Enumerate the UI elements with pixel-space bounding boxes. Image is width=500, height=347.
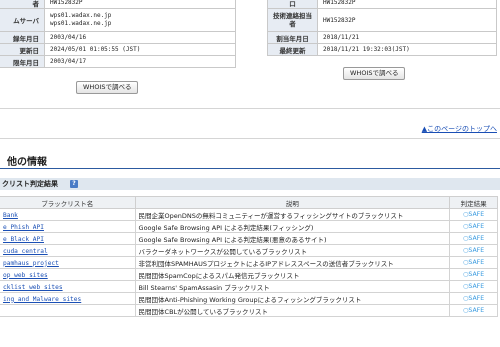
whois-label: 口 <box>267 0 318 9</box>
table-row: cklist web sites Bill Stearns' SpamAssas… <box>0 280 498 293</box>
whois-value: HW152832P <box>44 0 236 9</box>
blacklist-name-link[interactable]: e Phish API <box>3 224 44 231</box>
blacklist-description: バラクーダネットワークスが公開しているブラックリスト <box>134 244 451 257</box>
table-row: op web sites 民間団体SpamCopによるスパム発信元ブラックリスト… <box>0 268 498 281</box>
blacklist-name-link[interactable]: op web sites <box>3 272 48 279</box>
blacklist-name-cell: cuda central <box>0 244 136 257</box>
blacklist-result: ○SAFE <box>449 208 498 221</box>
blacklist-name-link[interactable]: pamhaus project <box>3 260 59 267</box>
blacklist-section-title: クリスト判定結果 <box>2 180 58 188</box>
blacklist-section-header: クリスト判定結果 ? <box>0 178 500 190</box>
whois-row: ムサーバ wps01.wadax.ne.jp wps01.wadax.ne.jp <box>0 8 236 32</box>
table-row: pamhaus project 非営利団体SPAMHAUSプロジェクトによるIP… <box>0 256 498 269</box>
blacklist-name-cell <box>0 304 136 317</box>
blacklist-name-cell: e Phish API <box>0 220 136 233</box>
blacklist-description: 民間団体CBLが公開しているブラックリスト <box>134 304 451 317</box>
whois-table-domain: 者 HW152832P ムサーバ wps01.wadax.ne.jp wps01… <box>0 0 236 68</box>
whois-value: HW152832P <box>317 0 497 9</box>
whois-row: 最終更新 2018/11/21 19:32:03(JST) <box>267 43 497 56</box>
whois-value: 2018/11/21 19:32:03(JST) <box>317 43 497 56</box>
blacklist-result: ○SAFE <box>449 220 498 233</box>
blacklist-name-cell: e Black API <box>0 232 136 245</box>
table-row: 民間団体CBLが公開しているブラックリスト ○SAFE <box>0 304 498 317</box>
title-underline <box>0 168 500 169</box>
blacklist-result: ○SAFE <box>449 256 498 269</box>
blacklist-result: ○SAFE <box>449 304 498 317</box>
section-divider <box>0 108 500 109</box>
whois-label: 限年月日 <box>0 55 45 68</box>
table-row: e Black API Google Safe Browsing API による… <box>0 232 498 245</box>
whois-label: ムサーバ <box>0 8 45 32</box>
blacklist-result: ○SAFE <box>449 232 498 245</box>
whois-value: 2024/05/01 01:05:55 (JST) <box>44 43 236 56</box>
table-row: cuda central バラクーダネットワークスが公開しているブラックリスト … <box>0 244 498 257</box>
whois-label: 録年月日 <box>0 31 45 44</box>
column-header-list: ブラックリスト名 <box>0 196 136 209</box>
blacklist-result: ○SAFE <box>449 268 498 281</box>
blacklist-description: Bill Stearns' SpamAssasin ブラックリスト <box>134 280 451 293</box>
whois-value-nameserver: wps01.wadax.ne.jp wps01.wadax.ne.jp <box>44 8 236 32</box>
blacklist-description: 非営利団体SPAMHAUSプロジェクトによるIPアドレススペースの送信者ブラック… <box>134 256 451 269</box>
blacklist-name-cell: pamhaus project <box>0 256 136 269</box>
whois-value: HW152832P <box>317 8 497 32</box>
whois-row: 割当年月日 2018/11/21 <box>267 31 497 44</box>
blacklist-name-link[interactable]: cklist web sites <box>3 284 63 291</box>
blacklist-table: ブラックリスト名 説明 判定結果 Bank 民間企業OpenDNSの無料コミュニ… <box>0 196 498 317</box>
whois-label: 割当年月日 <box>267 31 318 44</box>
whois-table-ip: 口 HW152832P 技術連絡担当者 HW152832P 割当年月日 2018… <box>267 0 497 56</box>
whois-row: 限年月日 2003/04/17 <box>0 55 236 68</box>
blacklist-description: 民間団体SpamCopによるスパム発信元ブラックリスト <box>134 268 451 281</box>
whois-value: 2018/11/21 <box>317 31 497 44</box>
whois-row: 技術連絡担当者 HW152832P <box>267 8 497 32</box>
section-title: 他の情報 <box>7 157 47 168</box>
whois-row: 録年月日 2003/04/16 <box>0 31 236 44</box>
blacklist-result: ○SAFE <box>449 280 498 293</box>
whois-lookup-button-ip[interactable]: WHOISで調べる <box>343 67 406 80</box>
blacklist-description: Google Safe Browsing API による判定結果(悪意のあるサイ… <box>134 232 451 245</box>
column-header-description: 説明 <box>134 196 451 209</box>
question-icon[interactable]: ? <box>70 180 78 188</box>
whois-label: 最終更新 <box>267 43 318 56</box>
blacklist-result: ○SAFE <box>449 292 498 305</box>
blacklist-name-link[interactable]: cuda central <box>3 248 48 255</box>
whois-value: 2003/04/17 <box>44 55 236 68</box>
blacklist-name-link[interactable]: e Black API <box>3 236 44 243</box>
table-row: ing and Malware sites 民間団体Anti-Phishing … <box>0 292 498 305</box>
blacklist-description: 民間企業OpenDNSの無料コミュニティーが運営するフィッシングサイトのブラック… <box>134 208 451 221</box>
table-header-row: ブラックリスト名 説明 判定結果 <box>0 196 498 209</box>
page-top-link[interactable]: ▲このページのトップへ <box>422 124 497 134</box>
blacklist-result: ○SAFE <box>449 244 498 257</box>
blacklist-name-cell: cklist web sites <box>0 280 136 293</box>
blacklist-description: 民間団体Anti-Phishing Working Groupによるフィッシング… <box>134 292 451 305</box>
table-row: e Phish API Google Safe Browsing API による… <box>0 220 498 233</box>
column-header-result: 判定結果 <box>449 196 498 209</box>
blacklist-name-cell: op web sites <box>0 268 136 281</box>
table-row: Bank 民間企業OpenDNSの無料コミュニティーが運営するフィッシングサイト… <box>0 208 498 221</box>
whois-row: 者 HW152832P <box>0 0 236 9</box>
blacklist-name-link[interactable]: ing and Malware sites <box>3 296 81 303</box>
blacklist-description: Google Safe Browsing API による判定結果(フィッシング) <box>134 220 451 233</box>
whois-label: 技術連絡担当者 <box>267 8 318 32</box>
whois-lookup-button-domain[interactable]: WHOISで調べる <box>76 81 139 94</box>
blacklist-name-cell: Bank <box>0 208 136 221</box>
whois-row: 口 HW152832P <box>267 0 497 9</box>
section-divider <box>0 138 500 139</box>
whois-row: 更新日 2024/05/01 01:05:55 (JST) <box>0 43 236 56</box>
whois-label: 更新日 <box>0 43 45 56</box>
blacklist-name-link[interactable]: Bank <box>3 212 18 219</box>
blacklist-name-cell: ing and Malware sites <box>0 292 136 305</box>
whois-value: 2003/04/16 <box>44 31 236 44</box>
whois-label: 者 <box>0 0 45 9</box>
nameserver-list: wps01.wadax.ne.jp wps01.wadax.ne.jp <box>50 12 112 27</box>
